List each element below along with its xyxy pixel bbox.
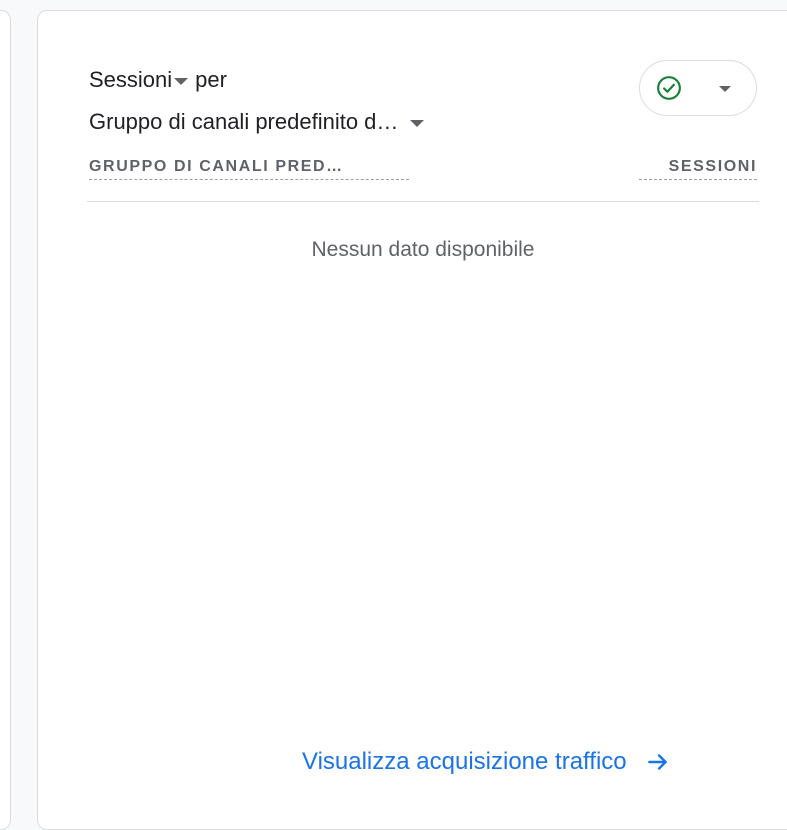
metric-dropdown-icon[interactable] (174, 77, 189, 85)
header-divider (87, 201, 759, 202)
empty-state-message: Nessun dato disponibile (311, 238, 535, 261)
chevron-down-icon (719, 86, 731, 92)
title-connector: per (195, 67, 227, 92)
check-circle-icon (657, 76, 681, 100)
data-quality-status-button[interactable] (639, 60, 757, 116)
view-traffic-acquisition-link[interactable]: Visualizza acquisizione traffico (302, 748, 671, 776)
dimension-selector-label[interactable]: Gruppo di canali predefinito d… (89, 109, 398, 135)
dimension-dropdown-icon[interactable] (410, 119, 425, 127)
adjacent-card (0, 10, 11, 830)
column-header-dimension[interactable]: GRUPPO DI CANALI PRED… (89, 158, 409, 180)
card-title-metric-row: Sessioni per (89, 66, 227, 94)
column-header-sessions[interactable]: SESSIONI (639, 158, 757, 180)
footer-link-label: Visualizza acquisizione traffico (302, 748, 627, 775)
dimension-selector[interactable]: Gruppo di canali predefinito d… (89, 107, 425, 137)
arrow-right-icon (647, 754, 667, 770)
metric-selector-label[interactable]: Sessioni (89, 67, 172, 93)
